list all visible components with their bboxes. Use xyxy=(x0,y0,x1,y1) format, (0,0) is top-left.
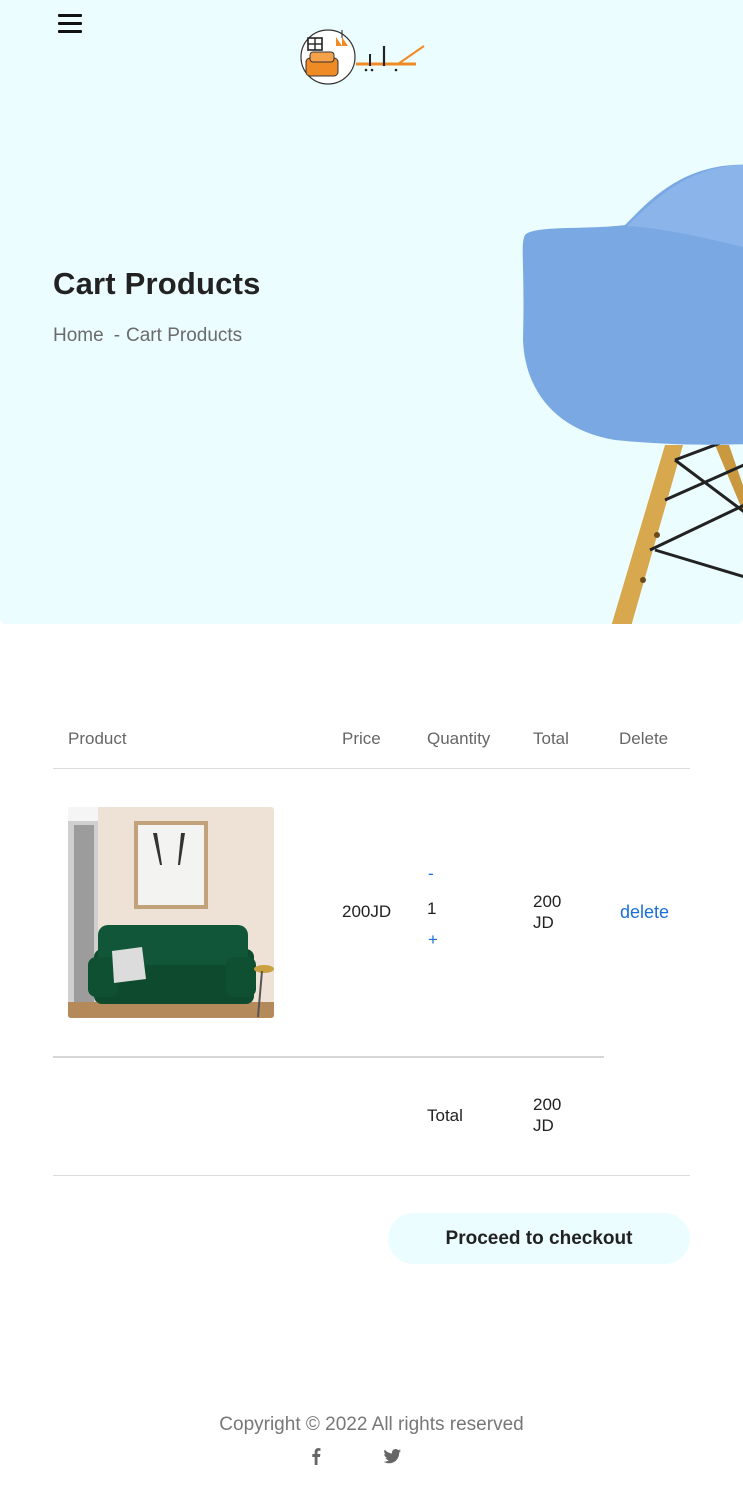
furniture-logo-icon[interactable] xyxy=(298,28,428,88)
header-divider xyxy=(53,768,690,769)
breadcrumb: Home - Cart Products xyxy=(53,325,242,347)
quantity-increase-button[interactable]: + xyxy=(428,930,438,950)
twitter-icon[interactable] xyxy=(382,1446,402,1466)
blue-chair-image xyxy=(522,164,743,624)
column-header-product: Product xyxy=(68,729,127,748)
summary-total-value: 200 JD xyxy=(533,1095,562,1135)
column-header-quantity: Quantity xyxy=(427,729,491,748)
proceed-to-checkout-button[interactable]: Proceed to checkout xyxy=(388,1213,690,1264)
hero-banner: Cart Products Home - Cart Products xyxy=(0,0,743,624)
item-price: 200JD xyxy=(342,902,392,921)
summary-divider xyxy=(53,1175,690,1176)
breadcrumb-home-link[interactable]: Home xyxy=(53,325,104,346)
breadcrumb-separator: - xyxy=(113,325,121,346)
quantity-value: 1 xyxy=(427,899,437,918)
facebook-icon[interactable] xyxy=(306,1446,326,1466)
column-header-price: Price xyxy=(342,729,381,748)
column-header-total: Total xyxy=(533,729,569,748)
breadcrumb-current: Cart Products xyxy=(126,325,243,346)
hamburger-menu-icon[interactable] xyxy=(58,14,82,36)
column-header-delete: Delete xyxy=(619,729,669,748)
green-sofa-product-image[interactable] xyxy=(68,807,274,1018)
row-divider xyxy=(53,1056,604,1058)
page-title: Cart Products xyxy=(53,266,261,301)
delete-item-link[interactable]: delete xyxy=(620,902,669,923)
item-total: 200 JD xyxy=(533,892,562,932)
copyright-text: Copyright © 2022 All rights reserved xyxy=(219,1414,524,1435)
quantity-decrease-button[interactable]: - xyxy=(428,864,434,884)
summary-total-label: Total xyxy=(427,1106,463,1125)
